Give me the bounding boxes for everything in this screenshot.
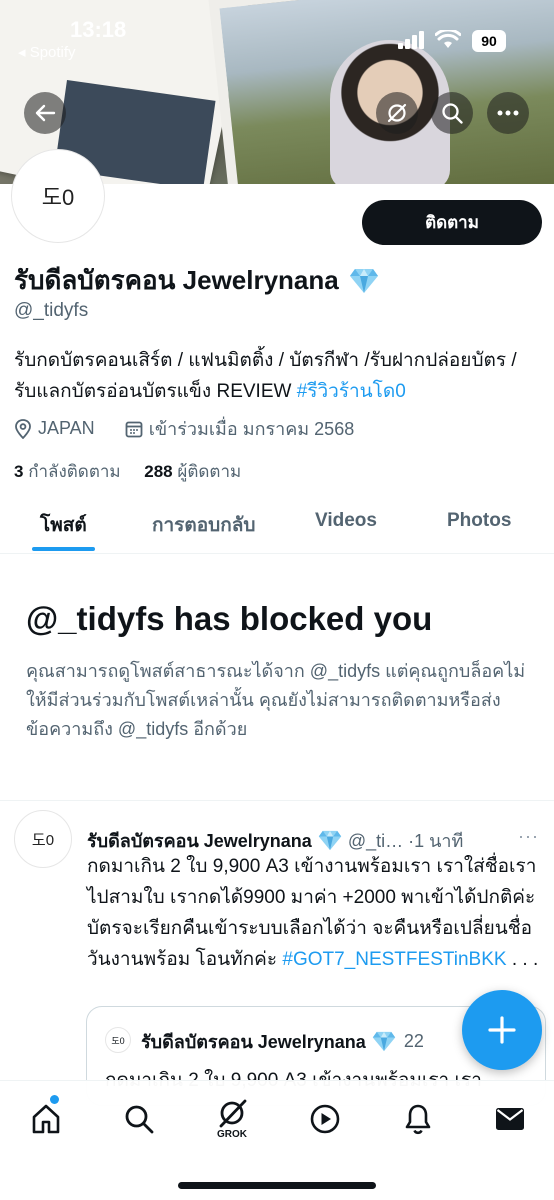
quote-time: 22 [403, 1031, 424, 1051]
envelope-icon [496, 1108, 524, 1130]
calendar-icon [125, 421, 143, 437]
home-icon [32, 1104, 60, 1134]
tab-photos[interactable]: Photos [447, 510, 511, 532]
profile-bio: รับกดบัตรคอนเสิร์ต / แฟนมิตติ้ง / บัตรกี… [14, 345, 544, 407]
more-options-button[interactable] [487, 92, 529, 134]
diamond-emoji-icon [349, 268, 378, 293]
grok-analyze-button[interactable] [376, 92, 418, 134]
followers-label: ผู้ติดตาม [177, 462, 242, 481]
search-icon [442, 103, 463, 124]
bio-hashtag-link[interactable]: #รีวิวร้านโด0 [297, 381, 406, 402]
blocked-title: @_tidyfs has blocked you [26, 600, 433, 637]
tweet-ellipsis: . . . [506, 949, 539, 970]
followers-link[interactable]: 288 ผู้ติดตาม [144, 462, 241, 481]
profile-avatar[interactable]: 도0 [12, 150, 104, 242]
battery-indicator: 90 [472, 30, 506, 52]
tweet-more-button[interactable]: ··· [518, 826, 539, 847]
wifi-icon [435, 30, 461, 48]
diamond-emoji-icon [372, 1031, 396, 1052]
profile-meta: JAPAN เข้าร่วมเมื่อ มกราคม 2568 [14, 414, 354, 443]
tab-replies[interactable]: การตอบกลับ [152, 510, 255, 540]
notification-dot [50, 1095, 59, 1104]
profile-stats: 3 กำลังติดตาม 288 ผู้ติดตาม [14, 458, 241, 485]
active-tab-indicator [32, 547, 95, 551]
following-label: กำลังติดตาม [28, 462, 121, 481]
home-indicator [178, 1182, 376, 1189]
play-circle-icon [310, 1104, 340, 1134]
blocked-description: คุณสามารถดูโพสต์สาธารณะได้จาก @_tidyfs แ… [26, 661, 526, 739]
quote-header: รับดีลบัตรคอน Jewelrynana 22 [141, 1027, 424, 1056]
joined-date: เข้าร่วมเมื่อ มกราคม 2568 [148, 419, 355, 439]
display-name-text: รับดีลบัตรคอน Jewelrynana [14, 265, 339, 295]
bell-icon [405, 1104, 431, 1135]
status-time: 13:18 [70, 17, 127, 42]
profile-display-name: รับดีลบัตรคอน Jewelrynana [14, 260, 379, 301]
profile-tabs: โพสต์ การตอบกลับ Videos Photos [0, 496, 554, 554]
tab-videos[interactable]: Videos [315, 510, 377, 532]
nav-home[interactable] [21, 1097, 71, 1141]
tweet-hashtag-link[interactable]: #GOT7_NESTFESTinBKK [282, 949, 506, 970]
nav-grok[interactable]: GROK [207, 1097, 257, 1141]
nav-search[interactable] [114, 1097, 164, 1141]
following-count: 3 [14, 462, 24, 481]
grok-icon [387, 103, 407, 123]
status-bar: 13:18 ◂ Spotify 90 [0, 0, 554, 70]
profile-handle: @_tidyfs [14, 300, 89, 321]
bio-text: รับกดบัตรคอนเสิร์ต / แฟนมิตติ้ง / บัตรกี… [14, 350, 517, 402]
tab-posts[interactable]: โพสต์ [40, 510, 87, 540]
tweet-avatar[interactable]: 도0 [14, 810, 72, 868]
tweet-body: กดมาเกิน 2 ใบ 9,900 A3 เข้างานพร้อมเรา เ… [87, 851, 547, 975]
nav-messages[interactable] [485, 1097, 535, 1141]
cellular-signal-icon [398, 31, 424, 49]
plus-icon [488, 1016, 516, 1044]
location-text: JAPAN [38, 418, 95, 438]
compose-post-button[interactable] [462, 990, 542, 1070]
back-to-app-link[interactable]: ◂ Spotify [18, 43, 76, 61]
follow-button[interactable]: ติดตาม [362, 200, 542, 245]
followers-count: 288 [144, 462, 173, 481]
nav-media[interactable] [300, 1097, 350, 1141]
grok-icon [219, 1099, 247, 1128]
section-divider [0, 800, 554, 801]
grok-label: GROK [217, 1129, 247, 1140]
search-icon [125, 1105, 154, 1134]
quote-author-name: รับดีลบัตรคอน Jewelrynana [141, 1032, 366, 1052]
quote-avatar: 도0 [105, 1027, 131, 1053]
following-link[interactable]: 3 กำลังติดตาม [14, 462, 121, 481]
search-button[interactable] [431, 92, 473, 134]
diamond-emoji-icon [318, 830, 342, 851]
back-button[interactable] [24, 92, 66, 134]
ellipsis-icon [497, 110, 519, 116]
nav-notifications[interactable] [393, 1097, 443, 1141]
location-pin-icon [15, 418, 31, 439]
arrow-left-icon [35, 104, 56, 122]
